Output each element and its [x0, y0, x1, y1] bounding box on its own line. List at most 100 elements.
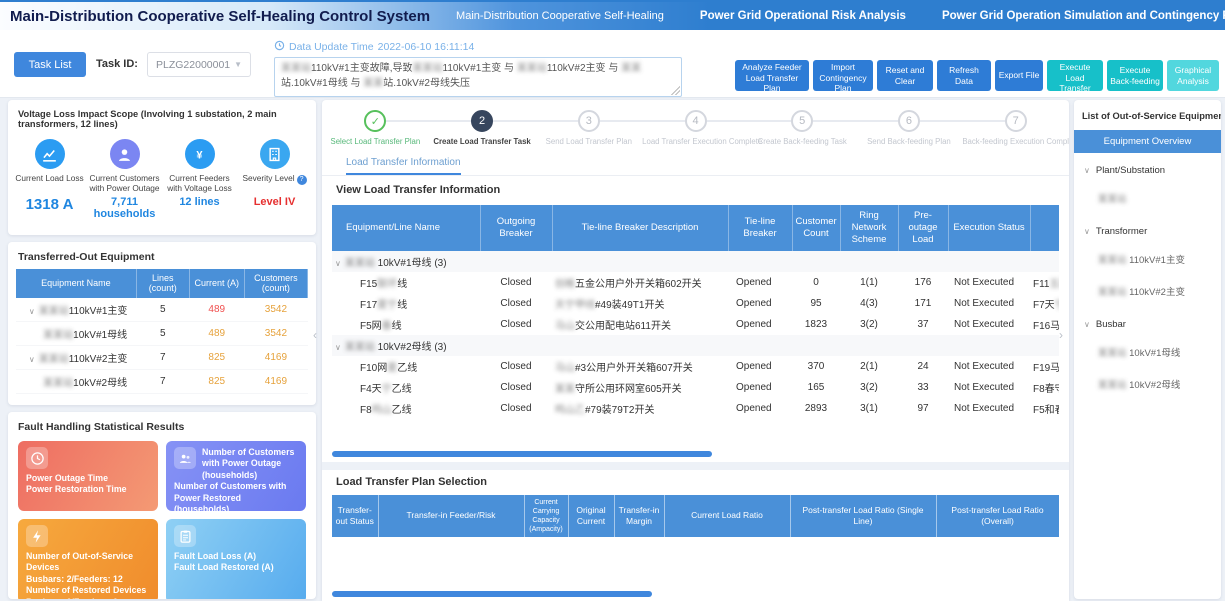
clock-icon [274, 40, 285, 54]
tree-group-2[interactable]: ∨Transformer [1074, 214, 1221, 243]
redacted-text: 马山 [555, 363, 575, 374]
preload-cell: 33 [898, 377, 948, 398]
step-4: 4Load Transfer Execution Complete [642, 110, 749, 152]
tab-row: Load Transfer Information [322, 152, 1069, 176]
action-button-8[interactable]: Graphical Analysis [1167, 60, 1219, 91]
group-label-cell: ∨某某站 10kV#2母线 (3) [332, 335, 1059, 356]
group-row[interactable]: ∨某某站 10kV#2母线 (3) [332, 335, 1059, 356]
lines-count-cell: 7 [136, 345, 189, 369]
action-button-1[interactable]: Analyze Feeder Load Transfer Plan [735, 60, 809, 91]
nav-item-2[interactable]: Power Grid Operational Risk Analysis [700, 10, 906, 22]
table-row[interactable]: 某某站10kV#2母线78254169 [16, 369, 308, 393]
tie-breaker-desc-cell: 天宁甲线#49装49T1开关 [552, 293, 728, 314]
tree-item[interactable]: 某某站 [1074, 182, 1221, 214]
table-row[interactable]: 某某站10kV#1母线54893542 [16, 321, 308, 345]
tree-item[interactable]: 某某站 10kV#1母线 [1074, 336, 1221, 368]
ring-scheme-cell: 3(2) [840, 377, 898, 398]
table-row[interactable]: ∨某某站110kV#1主变54893542 [16, 298, 308, 322]
extra-feeder: F19马 [1033, 363, 1059, 374]
tie-breaker-desc: 守所公用环网室605开关 [575, 384, 682, 395]
tree-item[interactable]: 某某站 110kV#2主变 [1074, 275, 1221, 307]
table-row[interactable]: F4天宁乙线Closed某某守所公用环网室605开关Opened1653(2)3… [332, 377, 1059, 398]
tie-breaker-desc: 五金公用户外开关箱602开关 [575, 279, 702, 290]
fault-description-box[interactable]: 某某站110kV#1主变故障,导致某某站110kV#1主变 与 某某站110kV… [274, 57, 682, 97]
line-name: F15 [360, 279, 377, 290]
task-list-button[interactable]: Task List [14, 52, 86, 77]
severity-icon [260, 139, 290, 169]
collapse-arrow-icon[interactable]: ∨ [335, 343, 341, 352]
redacted-text: 夏宁 [377, 300, 397, 311]
tree-item[interactable]: 某某站 110kV#1主变 [1074, 243, 1221, 275]
panel-title: Voltage Loss Impact Scope (Involving 1 s… [8, 100, 316, 135]
nav-item-1[interactable]: Main-Distribution Cooperative Self-Heali… [456, 10, 664, 22]
action-button-7[interactable]: Execute Back-feeding [1107, 60, 1163, 91]
stat-value: 12 lines [179, 196, 219, 208]
redacted-text: 某某站 [1098, 348, 1129, 359]
collapse-arrow-icon[interactable]: ∨ [29, 307, 35, 316]
stat-value: 7,711 households [87, 196, 162, 220]
collapse-arrow-icon[interactable]: ∨ [29, 355, 35, 364]
table-row[interactable]: F15联环线Closed创格五金公用户外开关箱602开关Opened01(1)1… [332, 272, 1059, 293]
fault-description-text: 站.10kV#1母线 与 [281, 78, 363, 89]
tie-breaker-desc-cell: 马山#3公用户外开关箱607开关 [552, 356, 728, 377]
horizontal-scrollbar[interactable] [332, 451, 712, 457]
step-connector [493, 120, 535, 122]
card-line: Fault Load Loss (A) [174, 551, 298, 562]
fault-description-text: 110kV#1主变故障,导致 [311, 63, 413, 74]
column-header [1030, 205, 1059, 251]
step-3: 3Send Load Transfer Plan [535, 110, 642, 152]
scroll-right-icon[interactable]: › [1059, 328, 1063, 342]
current-cell: 489 [189, 321, 244, 345]
customers-cell: 4169 [244, 369, 307, 393]
nav-item-3[interactable]: Power Grid Operation Simulation and Cont… [942, 10, 1225, 22]
stat-label: Severity Level? [242, 173, 306, 195]
tab-load-transfer-information[interactable]: Load Transfer Information [346, 157, 461, 175]
action-button-4[interactable]: Refresh Data [937, 60, 991, 91]
line-name: F5网 [360, 321, 382, 332]
action-button-2[interactable]: Import Contingency Plan [813, 60, 873, 91]
data-update-label: Data Update Time [289, 41, 374, 53]
tie-breaker-cell: Opened [728, 377, 792, 398]
column-header: Outgoing Breaker [480, 205, 552, 251]
resize-handle[interactable] [671, 86, 680, 95]
scroll-left-icon[interactable]: ‹ [313, 328, 317, 342]
help-icon[interactable]: ? [297, 175, 307, 185]
table-row[interactable]: ∨某某站110kV#2主变78254169 [16, 345, 308, 369]
redacted-text: 联环 [377, 279, 397, 290]
equipment-name: 10kV#1母线 [73, 330, 127, 341]
column-header: Transfer-out Status [332, 495, 378, 537]
table-row[interactable]: F8鸣山乙线Closed鸣山乙#79装79T2开关Opened28933(1)9… [332, 398, 1059, 419]
customer-count-cell: 370 [792, 356, 840, 377]
ring-scheme-cell: 3(2) [840, 314, 898, 335]
step-connector [642, 120, 684, 122]
tree-item-label: 10kV#2母线 [1129, 380, 1180, 391]
redacted-text: 某某站 [1098, 255, 1129, 266]
execution-status-cell: Not Executed [948, 293, 1030, 314]
tree-group-1[interactable]: ∨Plant/Substation [1074, 153, 1221, 182]
group-row[interactable]: ∨某某站 10kV#1母线 (3) [332, 251, 1059, 272]
step-connector [920, 120, 962, 122]
group-label-cell: ∨某某站 10kV#1母线 (3) [332, 251, 1059, 272]
action-button-6[interactable]: Execute Load Transfer [1047, 60, 1103, 91]
table-row[interactable]: F10网夏乙线Closed马山#3公用户外开关箱607开关Opened3702(… [332, 356, 1059, 377]
chevron-down-icon: ∨ [1084, 166, 1090, 175]
step-5: 5Create Back-feeding Task [749, 110, 856, 152]
lightning-icon [26, 525, 48, 547]
column-header: Transfer-in Feeder/Risk [378, 495, 524, 537]
header-nav: Main-Distribution Cooperative Self-Heali… [456, 10, 1225, 22]
card-line: Number of Restored Devices [26, 585, 150, 596]
horizontal-scrollbar[interactable] [332, 591, 652, 597]
task-id-select[interactable]: PLZG22000001 ▼ [147, 52, 251, 77]
redacted-text: 夏 [387, 363, 397, 374]
table-row[interactable]: F17夏宁线Closed天宁甲线#49装49T1开关Opened954(3)17… [332, 293, 1059, 314]
table-row[interactable]: F5网春线Closed马山交公用配电站611开关Opened18233(2)37… [332, 314, 1059, 335]
action-button-5[interactable]: Export File [995, 60, 1043, 91]
tree-item[interactable]: 某某站 10kV#2母线 [1074, 368, 1221, 400]
equipment-overview-button[interactable]: Equipment Overview [1074, 130, 1221, 153]
tree-group-3[interactable]: ∨Busbar [1074, 307, 1221, 336]
section-divider [322, 462, 1069, 470]
action-button-3[interactable]: Reset and Clear [877, 60, 933, 91]
tie-breaker-cell: Opened [728, 314, 792, 335]
line-name: 线 [397, 279, 407, 290]
collapse-arrow-icon[interactable]: ∨ [335, 259, 341, 268]
